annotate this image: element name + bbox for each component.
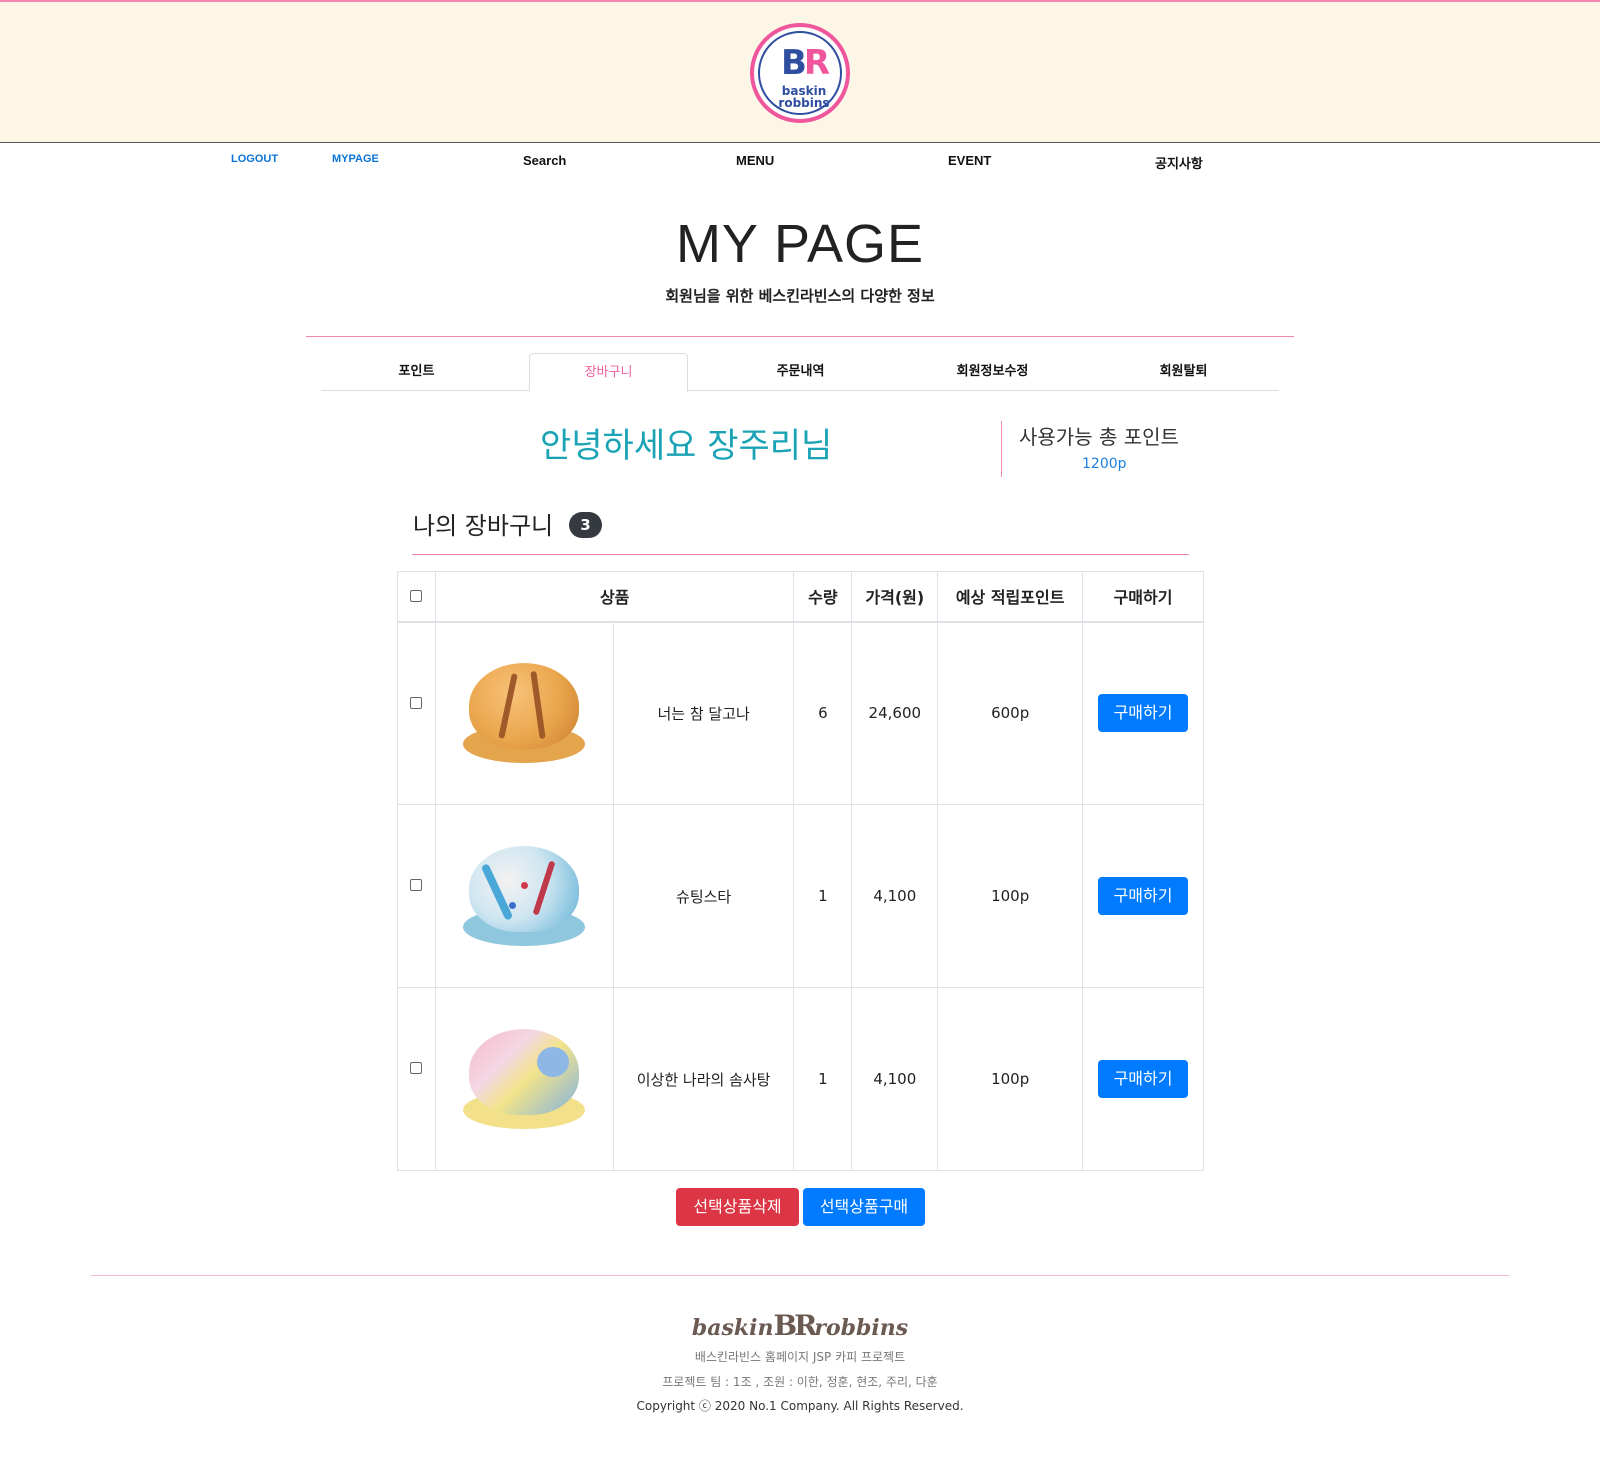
product-price: 24,600 [851,621,939,805]
buy-cell: 구매하기 [1082,987,1204,1171]
search-link[interactable]: Search [523,153,566,168]
buy-button[interactable]: 구매하기 [1098,694,1189,733]
product-image-cell [434,804,614,988]
logout-link[interactable]: LOGOUT [231,153,278,165]
tab-orders[interactable]: 주문내역 [705,353,896,391]
table-row: 너는 참 달고나 6 24,600 600p 구매하기 [397,621,1204,805]
cart-count-badge: 3 [569,512,602,538]
page-title: MY PAGE [675,214,925,274]
tab-edit-profile[interactable]: 회원정보수정 [897,353,1088,391]
row-checkbox[interactable] [410,1062,423,1074]
logo-ring: BR baskin robbins [758,31,842,115]
cart-title: 나의 장바구니 [413,512,554,540]
buy-cell: 구매하기 [1082,804,1204,988]
table-row: 슈팅스타 1 4,100 100p 구매하기 [397,804,1204,988]
col-buy: 구매하기 [1082,571,1204,623]
cart-divider [412,554,1189,555]
product-image-cell [434,987,614,1171]
notice-link[interactable]: 공지사항 [1155,153,1203,172]
buy-button[interactable]: 구매하기 [1098,1060,1189,1098]
table-row: 이상한 나라의 솜사탕 1 4,100 100p 구매하기 [397,987,1204,1171]
row-select-cell [397,987,436,1171]
footer-logo-left: baskin [691,1315,774,1341]
logo-letters: BR [780,43,830,83]
product-name: 너는 참 달고나 [612,621,795,805]
shooting-star-icecream-image[interactable] [463,842,586,950]
row-select-cell [397,621,436,805]
points-box: 사용가능 총 포인트 1200p [1001,421,1201,477]
tab-cart[interactable]: 장바구니 [529,353,688,392]
cart-table: 상품 수량 가격(원) 예상 적립포인트 구매하기 너는 참 달고나 6 24,… [397,571,1204,1171]
buy-selected-button[interactable]: 선택상품구매 [803,1188,925,1226]
row-checkbox[interactable] [410,879,423,891]
col-price: 가격(원) [851,571,939,623]
menu-link[interactable]: MENU [736,153,774,168]
product-qty: 1 [793,987,853,1171]
dalgona-icecream-image[interactable] [463,659,586,767]
product-points: 100p [937,804,1084,988]
product-image-cell [434,621,614,805]
footer-logo-right: robbins [814,1315,909,1341]
product-qty: 6 [793,621,853,805]
col-product: 상품 [434,571,795,623]
points-value: 1200p [1082,456,1127,472]
select-all-checkbox[interactable] [410,589,423,602]
product-price: 4,100 [851,804,939,988]
delete-selected-button[interactable]: 선택상품삭제 [676,1188,799,1226]
product-name: 슈팅스타 [612,804,795,988]
tab-points[interactable]: 포인트 [321,353,512,391]
col-points: 예상 적립포인트 [937,571,1084,623]
product-qty: 1 [793,804,853,988]
product-points: 100p [937,987,1084,1171]
product-points: 600p [937,621,1084,805]
divider [306,336,1294,337]
row-select-cell [397,804,436,988]
header: BR baskin robbins [0,2,1600,143]
col-qty: 수량 [793,571,853,623]
table-header-row: 상품 수량 가격(원) 예상 적립포인트 구매하기 [397,571,1204,623]
select-all-cell [397,571,436,623]
product-name: 이상한 나라의 솜사탕 [612,987,795,1171]
buy-button[interactable]: 구매하기 [1098,877,1189,915]
points-label: 사용가능 총 포인트 [1019,425,1179,449]
footer-project: 배스킨라빈스 홈페이지 JSP 카피 프로젝트 [694,1350,906,1364]
greeting: 안녕하세요 장주리님 [540,426,833,466]
footer-divider [91,1275,1510,1276]
logo-text: baskin robbins [778,84,830,110]
mypage-tabs: 포인트 장바구니 주문내역 회원정보수정 회원탈퇴 [321,353,1279,392]
mypage-link[interactable]: MYPAGE [332,153,379,165]
buy-cell: 구매하기 [1082,621,1204,805]
footer-logo-br: BR [773,1309,817,1342]
footer-team: 프로젝트 팀 : 1조 , 조원 : 이한, 정훈, 현조, 주리, 다훈 [662,1375,938,1389]
row-checkbox[interactable] [410,696,423,709]
event-link[interactable]: EVENT [948,153,991,168]
tab-withdraw[interactable]: 회원탈퇴 [1088,353,1279,391]
footer-logo: baskinBRrobbins [0,1309,1600,1342]
product-price: 4,100 [851,987,939,1171]
brand-logo[interactable]: BR baskin robbins [750,23,850,123]
page-subtitle: 회원님을 위한 베스킨라빈스의 다양한 정보 [665,287,935,305]
cotton-candy-icecream-image[interactable] [463,1025,586,1133]
footer-copyright: Copyright ⓒ 2020 No.1 Company. All Right… [636,1399,964,1413]
